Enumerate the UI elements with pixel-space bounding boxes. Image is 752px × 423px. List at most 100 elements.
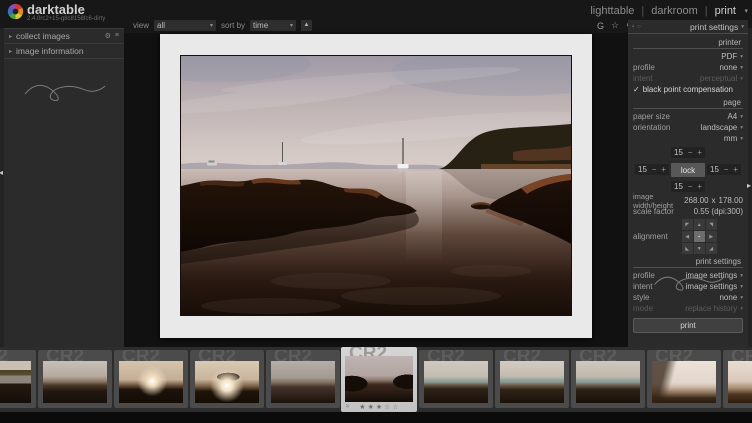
mode-label: mode bbox=[633, 304, 653, 313]
star-icon[interactable]: ★ bbox=[376, 403, 382, 411]
align-top-right-button[interactable]: ◥ bbox=[706, 219, 717, 230]
profile-label: profile bbox=[633, 63, 655, 72]
align-top-left-button[interactable]: ◤ bbox=[682, 219, 693, 230]
paper-size-select[interactable]: A4 ▾ bbox=[727, 112, 743, 121]
style-mode-row: mode replace history ▾ bbox=[633, 303, 743, 314]
page-section-title: page bbox=[633, 98, 743, 109]
star-icon[interactable]: ☆ bbox=[384, 403, 390, 411]
filmstrip-thumbnail[interactable]: CR2 bbox=[38, 350, 112, 408]
align-bottom-right-button[interactable]: ◢ bbox=[706, 243, 717, 254]
sort-ascending-button[interactable]: ▲ bbox=[301, 20, 312, 31]
thumbnail-image bbox=[195, 361, 259, 403]
chevron-left-icon: ◂ bbox=[0, 168, 3, 177]
star-rating: ★ ★ ★ ☆ ☆ bbox=[341, 403, 417, 411]
chevron-down-icon: ▾ bbox=[740, 54, 743, 60]
grouping-icon[interactable]: G bbox=[597, 21, 604, 31]
star-icon[interactable]: ☆ bbox=[392, 403, 398, 411]
filmstrip-thumbnail[interactable]: CR2 bbox=[723, 350, 752, 408]
plus-icon[interactable]: + bbox=[697, 182, 702, 191]
panel-pin-icon[interactable]: ▪ bbox=[632, 24, 634, 30]
paper-size-label: paper size bbox=[633, 112, 670, 121]
margin-right-spinner[interactable]: 15 − + bbox=[707, 164, 741, 175]
plus-icon[interactable]: + bbox=[697, 148, 702, 157]
margins-control: 15 − + 15 − + lock 15 − + 15 − bbox=[633, 147, 743, 194]
align-right-button[interactable]: ▶ bbox=[706, 231, 717, 242]
darktable-window: darktable 2.4.0rc2+15-g8c8158fc6-dirty l… bbox=[0, 0, 752, 423]
star-icon[interactable]: ★ bbox=[359, 403, 365, 411]
panel-end-flourish bbox=[628, 270, 748, 294]
panel-reset-icon[interactable]: ○ bbox=[637, 24, 641, 30]
print-settings-panel-header[interactable]: ▪ ○ print settings ▾ bbox=[628, 20, 748, 34]
filmstrip-thumbnail[interactable]: CR2 bbox=[647, 350, 721, 408]
chevron-down-icon: ▾ bbox=[741, 24, 744, 30]
star-icon[interactable]: ★ bbox=[368, 403, 374, 411]
minus-icon[interactable]: − bbox=[652, 165, 657, 174]
print-preview-area bbox=[124, 33, 628, 347]
orientation-select[interactable]: landscape ▾ bbox=[701, 123, 743, 132]
minus-icon[interactable]: − bbox=[688, 148, 693, 157]
right-panel-collapse-handle[interactable]: ▸ bbox=[748, 28, 752, 347]
margin-bottom-spinner[interactable]: 15 − + bbox=[671, 181, 705, 192]
black-point-compensation-checkbox[interactable]: ✓ black point compensation bbox=[633, 84, 743, 95]
style-mode-select: replace history ▾ bbox=[685, 304, 743, 313]
app-name: darktable bbox=[27, 3, 105, 16]
filmstrip-thumbnail[interactable]: CR2 bbox=[495, 350, 569, 408]
filmstrip-thumbnail[interactable]: CR2 bbox=[190, 350, 264, 408]
mode-lighttable[interactable]: lighttable bbox=[590, 5, 634, 17]
thumbnail-image bbox=[652, 361, 716, 403]
chevron-down-icon: ▾ bbox=[290, 22, 293, 29]
margin-top-spinner[interactable]: 15 − + bbox=[671, 147, 705, 158]
view-select[interactable]: all ▾ bbox=[154, 20, 216, 31]
thumbnail-image bbox=[728, 361, 752, 403]
chevron-down-icon: ▾ bbox=[740, 306, 743, 312]
plus-icon[interactable]: + bbox=[733, 165, 738, 174]
scale-factor-label: scale factor bbox=[633, 207, 674, 216]
filmstrip-thumbnail[interactable]: CR2 bbox=[266, 350, 340, 408]
thumbnail-image bbox=[345, 356, 413, 402]
style-select[interactable]: none ▾ bbox=[719, 293, 743, 302]
gear-icon[interactable]: ⚙ bbox=[105, 32, 111, 40]
filmstrip-thumbnail[interactable]: CR2 bbox=[114, 350, 188, 408]
right-panel: ▪ ○ print settings ▾ printer PDF ▾ profi… bbox=[628, 20, 748, 347]
align-bottom-left-button[interactable]: ◣ bbox=[682, 243, 693, 254]
chevron-down-icon[interactable]: ▾ bbox=[744, 7, 748, 15]
collect-images-module-header[interactable]: ▸ collect images ⚙ ≡ bbox=[4, 28, 124, 44]
view-label: view bbox=[133, 21, 149, 30]
photo-preview bbox=[181, 56, 571, 315]
paper-sheet bbox=[160, 34, 592, 338]
minus-icon[interactable]: − bbox=[724, 165, 729, 174]
align-left-button[interactable]: ◀ bbox=[682, 231, 693, 242]
chevron-down-icon: ▾ bbox=[740, 295, 743, 301]
image-information-module-header[interactable]: ▸ image information bbox=[4, 44, 124, 59]
paper-size-row: paper size A4 ▾ bbox=[633, 111, 743, 122]
thumbnail-image bbox=[271, 361, 335, 403]
intent-label: intent bbox=[633, 74, 653, 83]
printer-intent-row: intent perceptual ▾ bbox=[633, 73, 743, 84]
filmstrip-thumbnail[interactable]: CR2 bbox=[0, 350, 36, 408]
align-center-button[interactable]: ▪ bbox=[694, 231, 705, 242]
image-size-row: image width/height 268.00 x 178.00 bbox=[633, 195, 743, 206]
printer-select[interactable]: PDF ▾ bbox=[721, 52, 743, 61]
chevron-down-icon: ▾ bbox=[740, 76, 743, 82]
presets-icon[interactable]: ≡ bbox=[115, 32, 119, 40]
filmstrip-thumbnail[interactable]: CR2 bbox=[419, 350, 493, 408]
minus-icon[interactable]: − bbox=[688, 182, 693, 191]
thumbnail-image bbox=[0, 361, 31, 403]
plus-icon[interactable]: + bbox=[661, 165, 666, 174]
filmstrip-thumbnail[interactable]: CR2 bbox=[571, 350, 645, 408]
units-select[interactable]: mm ▾ bbox=[724, 134, 743, 143]
margins-lock-button[interactable]: lock bbox=[671, 163, 705, 177]
printer-profile-select[interactable]: none ▾ bbox=[719, 63, 743, 72]
sort-select[interactable]: time ▾ bbox=[250, 20, 296, 31]
print-button[interactable]: print bbox=[633, 318, 743, 333]
filmstrip-thumbnail-selected[interactable]: CR2 ✕ ★ ★ ★ ☆ ☆ bbox=[341, 347, 417, 412]
mode-print[interactable]: print bbox=[715, 5, 736, 17]
chevron-down-icon: ▾ bbox=[740, 125, 743, 131]
chevron-down-icon: ▾ bbox=[210, 22, 213, 29]
align-top-button[interactable]: ▲ bbox=[694, 219, 705, 230]
align-bottom-button[interactable]: ▼ bbox=[694, 243, 705, 254]
star-overlay-icon[interactable]: ☆ bbox=[611, 20, 619, 31]
bpc-label: black point compensation bbox=[643, 85, 733, 94]
margin-left-spinner[interactable]: 15 − + bbox=[635, 164, 669, 175]
mode-darkroom[interactable]: darkroom bbox=[651, 5, 697, 17]
